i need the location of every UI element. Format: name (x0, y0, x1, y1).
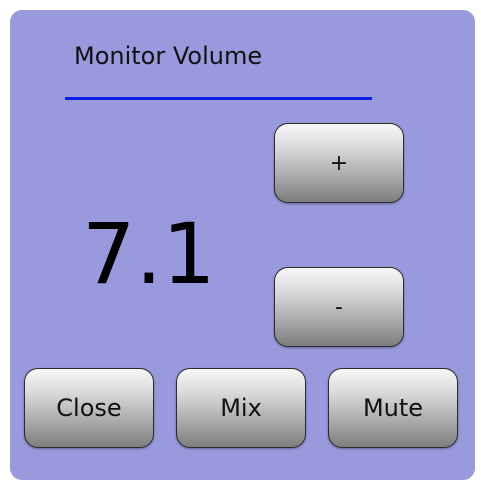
volume-increase-button[interactable]: + (274, 123, 404, 203)
title-underline (65, 97, 372, 100)
volume-decrease-button[interactable]: - (274, 267, 404, 347)
mix-button[interactable]: Mix (176, 368, 306, 448)
mute-button-label: Mute (362, 394, 424, 422)
dialog-title: Monitor Volume (74, 42, 263, 70)
volume-increase-label: + (329, 150, 349, 176)
mix-button-label: Mix (220, 394, 262, 422)
mute-button[interactable]: Mute (328, 368, 458, 448)
close-button-label: Close (56, 394, 122, 422)
volume-decrease-label: - (335, 294, 343, 320)
volume-value-display: 7.1 (82, 205, 216, 303)
close-button[interactable]: Close (24, 368, 154, 448)
